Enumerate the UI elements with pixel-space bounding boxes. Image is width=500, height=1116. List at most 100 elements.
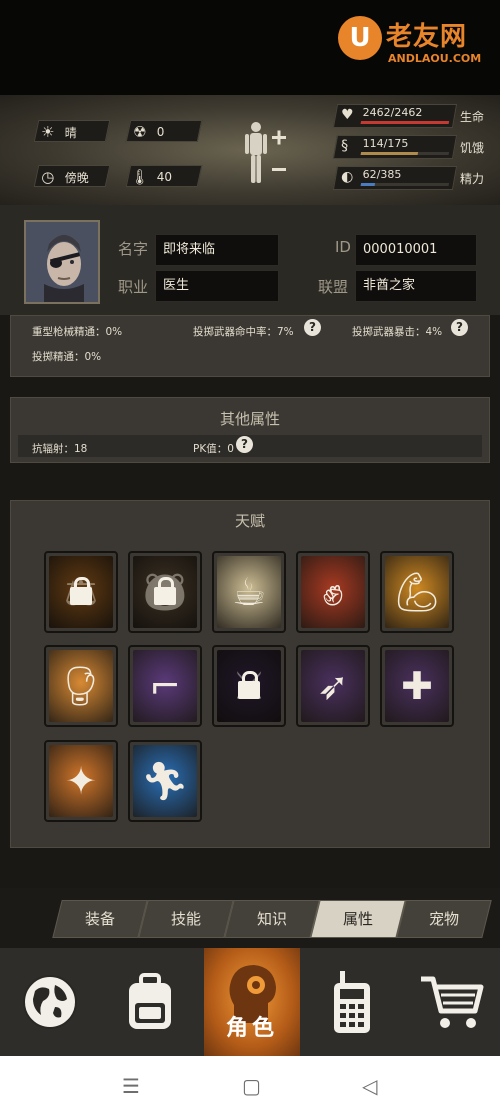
talent-tile[interactable]: 🐻︎ <box>128 551 202 633</box>
talent-tile[interactable]: ✦ <box>44 740 118 822</box>
talent-tile[interactable]: 🏃︎ <box>128 740 202 822</box>
lock-icon <box>70 577 92 605</box>
other-attributes-title: 其他属性 <box>219 410 280 428</box>
talent-tile[interactable]: ✚ <box>380 645 454 727</box>
lock-icon <box>154 577 176 605</box>
body-status-button[interactable] <box>240 118 290 188</box>
talent-tile[interactable]: ➶ <box>296 645 370 727</box>
nav-radio[interactable] <box>304 948 400 1056</box>
clock-icon: ◷ <box>41 168 55 186</box>
help-icon[interactable]: ? <box>304 319 321 336</box>
tab-skills[interactable]: 技能 <box>138 900 234 938</box>
plus-icon <box>272 130 286 145</box>
hunger-fill <box>360 152 419 155</box>
id-field: 000010001 <box>355 234 477 266</box>
archer-icon: ➶ <box>317 664 349 708</box>
throw-hit-stat: 投掷武器命中率：7% <box>193 326 294 338</box>
menu-icon[interactable]: ☰ <box>122 1074 140 1098</box>
avatar[interactable] <box>24 220 100 304</box>
walkie-talkie-icon <box>334 971 370 1033</box>
radiation-text: 0 <box>156 125 165 139</box>
job-label: 职业 <box>118 278 149 296</box>
heart-icon: ♥ <box>341 107 354 123</box>
tab-attributes-label: 属性 <box>342 910 373 928</box>
temperature-text: 40 <box>156 170 173 184</box>
hunger-value: 114/175 <box>362 137 409 150</box>
pk-value-stat: PK值：0 <box>193 443 234 455</box>
energy-head-icon: ◐ <box>341 169 354 185</box>
talent-tile[interactable]: ⚔ <box>212 645 286 727</box>
heavy-firearms-stat: 重型枪械精通：0% <box>32 326 123 338</box>
hunger-label: 饥饿 <box>460 141 485 155</box>
talent-tile[interactable]: ☕︎ <box>212 551 286 633</box>
nav-world[interactable] <box>2 948 98 1056</box>
lock-icon <box>238 671 260 699</box>
talent-tile[interactable]: 🥊︎ <box>44 645 118 727</box>
alliance-field: 非酋之家 <box>355 270 477 302</box>
thermometer-icon: 🌡︎ <box>130 168 150 186</box>
nav-bag[interactable] <box>102 948 198 1056</box>
radiation-icon: ☢ <box>133 123 147 141</box>
talent-tile[interactable]: ✊︎ <box>296 551 370 633</box>
life-bar: ♥ 2462/2462 <box>332 104 458 128</box>
minus-icon <box>272 168 286 171</box>
weather-text: 晴 <box>64 125 77 140</box>
watermark-logo-mark: U <box>338 16 382 60</box>
tab-knowledge-label: 知识 <box>256 910 287 928</box>
nav-character-label: 角色 <box>225 1016 278 1041</box>
temperature-indicator: 🌡︎ 40 <box>125 165 203 187</box>
watermark-site-cn: 老友网 <box>386 22 468 52</box>
boxer-icon: 🥊︎ <box>56 663 106 708</box>
backpack-icon <box>129 973 171 1029</box>
pistol-icon: ⌐ <box>149 664 181 708</box>
cart-icon <box>421 976 484 1028</box>
alliance-label: 联盟 <box>318 278 349 296</box>
energy-label: 精力 <box>460 172 485 186</box>
eyepatch-portrait-icon <box>26 222 98 302</box>
weather-sun-icon: ☀ <box>41 123 55 141</box>
time-indicator: ◷ 傍晚 <box>33 165 111 187</box>
drinking-figure-icon: ☕︎ <box>231 570 267 614</box>
energy-fill <box>360 183 376 186</box>
id-label: ID <box>335 238 351 256</box>
strongman-icon: 💪︎ <box>392 569 442 614</box>
tab-equipment[interactable]: 装备 <box>52 900 148 938</box>
life-label: 生命 <box>460 110 485 124</box>
energy-bar: ◐ 62/385 <box>332 166 458 190</box>
radiation-resist-stat: 抗辐射：18 <box>32 443 88 455</box>
talent-tile[interactable]: 💪︎ <box>380 551 454 633</box>
nav-shop[interactable] <box>404 948 500 1056</box>
tab-attributes[interactable]: 属性 <box>310 900 406 938</box>
fist-icon: ✊︎ <box>322 569 344 614</box>
name-label: 名字 <box>118 240 149 258</box>
tab-pets-label: 宠物 <box>428 910 459 928</box>
tab-knowledge[interactable]: 知识 <box>224 900 320 938</box>
talent-tile[interactable]: ⚖ <box>44 551 118 633</box>
nav-character[interactable]: 角色 <box>204 948 300 1056</box>
stomach-icon: § <box>341 138 349 154</box>
home-icon[interactable]: ▢ <box>242 1074 261 1098</box>
kick-icon: ✦ <box>65 759 97 803</box>
tab-skills-label: 技能 <box>170 910 201 928</box>
life-value: 2462/2462 <box>362 106 423 119</box>
life-fill <box>360 121 450 124</box>
back-icon[interactable]: ◁ <box>362 1074 377 1098</box>
talent-tile[interactable]: ⌐ <box>128 645 202 727</box>
radiation-indicator: ☢ 0 <box>125 120 203 142</box>
job-field: 医生 <box>155 270 279 302</box>
crouch-runner-icon: 🏃︎ <box>140 758 190 803</box>
shield-cross-icon: ✚ <box>401 664 433 708</box>
help-icon[interactable]: ? <box>451 319 468 336</box>
tab-equipment-label: 装备 <box>84 910 115 928</box>
time-text: 傍晚 <box>64 170 89 185</box>
hunger-bar: § 114/175 <box>332 135 458 159</box>
watermark-site-en: ANDLAOU.COM <box>388 52 482 65</box>
talent-title: 天赋 <box>234 512 265 530</box>
body-figure-icon <box>245 122 267 183</box>
help-icon[interactable]: ? <box>236 436 253 453</box>
name-field: 即将来临 <box>155 234 279 266</box>
throw-crit-stat: 投掷武器暴击：4% <box>352 326 443 338</box>
globe-icon <box>23 975 77 1029</box>
tab-pets[interactable]: 宠物 <box>396 900 492 938</box>
energy-value: 62/385 <box>362 168 402 181</box>
